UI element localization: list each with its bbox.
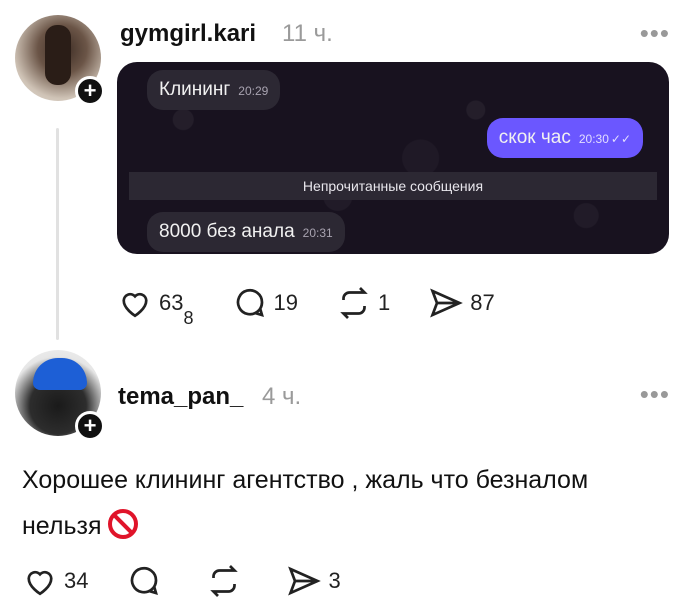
repost-icon [210,565,239,597]
like-count: 34 [64,568,89,593]
message-text: Клининг [159,79,231,100]
comment-icon [131,566,159,595]
message-time: 20:29 [238,84,269,98]
comment-button[interactable]: 19 [232,285,298,321]
follow-plus-icon[interactable]: + [75,411,105,441]
post: + tema_pan_ 4 ч. ••• Хорошее клининг аге… [0,345,700,614]
comment-count: 19 [273,290,298,315]
more-icon[interactable]: ••• [640,20,670,46]
thread-line [56,128,59,340]
unread-divider: Непрочитанные сообщения [129,172,657,200]
repost-button[interactable]: 1 [336,285,390,321]
heart-icon [122,292,148,318]
message-text: 8000 без анала [159,221,295,242]
share-count: 87 [470,290,495,315]
username[interactable]: gymgirl.kari [120,20,256,48]
message-text: скок час [498,127,571,148]
heart-icon [27,570,53,596]
double-check-icon: ✓✓ [610,132,631,146]
prohibited-emoji-icon [107,509,138,539]
more-icon[interactable]: ••• [640,381,670,407]
post: + gymgirl.kari 11 ч. ••• Клининг 20:29 ск… [0,0,700,345]
like-button[interactable]: 63 8 [117,285,194,328]
comment-icon [236,288,264,317]
message-time: 20:30 [578,132,609,146]
repost-count: 1 [377,290,391,315]
repost-button[interactable] [206,563,248,599]
post-text-content: Хорошее клининг агентство , жаль что без… [22,466,589,540]
repost-icon [340,287,368,319]
follow-plus-icon[interactable]: + [75,76,105,106]
post-time: 4 ч. [262,383,302,410]
share-count: 3 [328,568,341,593]
like-button[interactable]: 34 [22,563,88,599]
share-icon [430,288,464,318]
post-time: 11 ч. [282,20,333,47]
chat-message-out: скок час 20:30 ✓✓ [486,118,643,158]
message-time: 20:31 [302,226,333,240]
share-button[interactable]: 3 [286,563,341,599]
comment-button[interactable] [126,563,168,599]
chat-screenshot-image[interactable]: Клининг 20:29 скок час 20:30 ✓✓ Непрочитанн… [117,62,669,254]
share-icon [288,566,322,596]
post-text: Хорошее клининг агентство , жаль что без… [22,457,662,549]
post-actions: 63 8 19 1 87 [117,285,533,328]
chat-message-in: Клининг 20:29 [147,70,281,110]
like-count-suffix: 8 [183,308,194,328]
like-count: 63 [159,290,184,315]
chat-message-in: 8000 без анала 20:31 [147,212,345,252]
share-button[interactable]: 87 [428,285,495,321]
post-actions: 34 3 [22,563,379,599]
username[interactable]: tema_pan_ [118,383,243,411]
